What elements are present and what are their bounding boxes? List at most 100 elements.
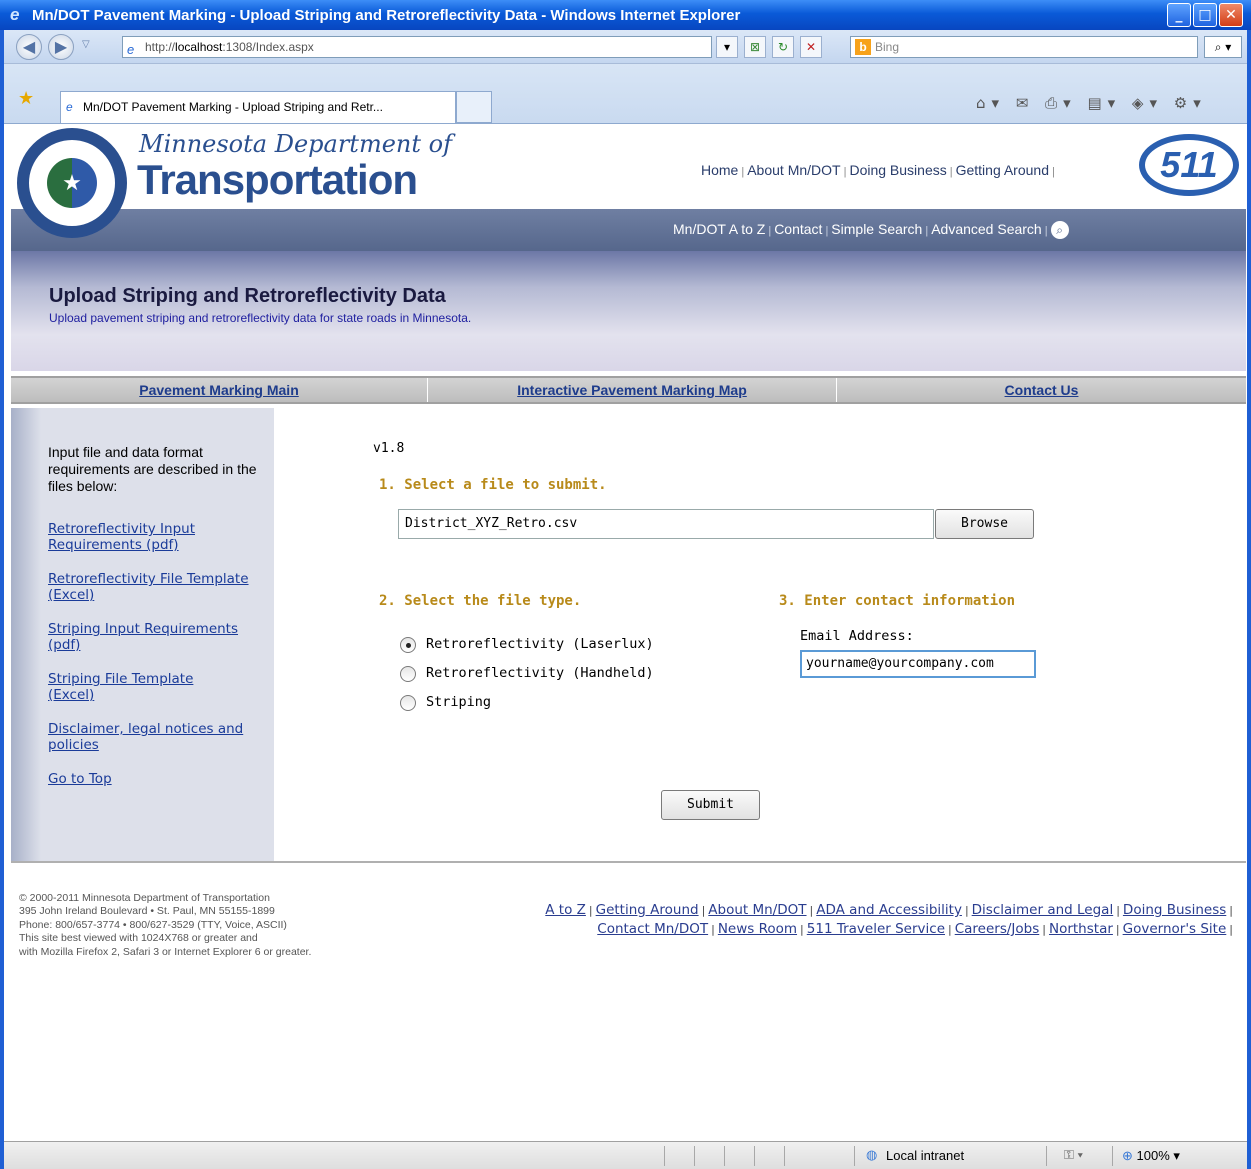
status-divider <box>664 1146 665 1166</box>
radio-label-laserlux[interactable]: Retroreflectivity (Laserlux) <box>426 636 654 652</box>
address-input[interactable]: e http://localhost:1308/Index.aspx <box>122 36 712 58</box>
sidebar: Input file and data format requirements … <box>11 408 274 861</box>
browser-tab[interactable]: e Mn/DOT Pavement Marking - Upload Strip… <box>60 91 456 123</box>
maximize-button[interactable]: □ <box>1193 3 1217 27</box>
minimize-button[interactable]: _ <box>1167 3 1191 27</box>
badge-511-logo[interactable]: 511 <box>1139 134 1239 196</box>
search-button[interactable]: ⌕ ▾ <box>1204 36 1242 58</box>
stop-icon[interactable]: ✕ <box>800 36 822 58</box>
history-dropdown-icon[interactable]: ▽ <box>82 39 90 50</box>
url-path: :1308/Index.aspx <box>222 40 314 54</box>
nav-contact-us[interactable]: Contact Us <box>837 378 1246 402</box>
status-divider <box>784 1146 785 1166</box>
status-divider <box>754 1146 755 1166</box>
sidebar-intro: Input file and data format requirements … <box>48 444 257 494</box>
sidebar-link-retro-template[interactable]: Retroreflectivity File Template (Excel) <box>48 571 268 603</box>
sidebar-link-disclaimer[interactable]: Disclaimer, legal notices and policies <box>48 721 248 753</box>
window-title: Mn/DOT Pavement Marking - Upload Stripin… <box>32 6 741 24</box>
zoom-control[interactable]: ⊕ 100% ▾ <box>1122 1148 1180 1164</box>
top-link-home[interactable]: Home <box>701 162 738 178</box>
radio-handheld[interactable] <box>400 666 416 682</box>
site-header: Minnesota Department of Transportation H… <box>11 124 1246 209</box>
magnifier-icon[interactable]: ⌕ <box>1050 221 1069 240</box>
radio-label-handheld[interactable]: Retroreflectivity (Handheld) <box>426 665 654 681</box>
intranet-globe-icon: ◍ <box>866 1147 878 1162</box>
new-tab-button[interactable] <box>456 91 492 123</box>
zoom-level: 100% <box>1136 1148 1170 1163</box>
address-dropdown-button[interactable]: ▾ <box>716 36 738 58</box>
org-name-main: Transportation <box>137 156 418 203</box>
sidebar-link-retro-requirements[interactable]: Retroreflectivity Input Requirements (pd… <box>48 521 268 553</box>
upload-form: v1.8 1. Select a file to submit. Distric… <box>274 408 1246 861</box>
security-zone[interactable]: Local intranet <box>886 1148 964 1163</box>
back-button[interactable]: ◀ <box>16 34 42 60</box>
email-input[interactable]: yourname@yourcompany.com <box>800 650 1036 678</box>
version-label: v1.8 <box>373 441 405 456</box>
command-bar-icons[interactable]: ⌂▾ ✉ ⎙▾ ▤▾ ◈▾ ⚙▾ <box>976 94 1207 112</box>
footer-link-511[interactable]: 511 Traveler Service <box>807 921 945 937</box>
forward-button[interactable]: ▶ <box>48 34 74 60</box>
top-link-getting-around[interactable]: Getting Around <box>956 162 1049 178</box>
tab-ie-icon: e <box>66 100 73 114</box>
status-divider <box>1046 1146 1047 1166</box>
footer-links: A to Z | Getting Around | About Mn/DOT | ADA a… <box>545 902 1233 937</box>
footer-link-about[interactable]: About Mn/DOT <box>708 902 806 918</box>
close-window-button[interactable]: ✕ <box>1219 3 1243 27</box>
address-toolbar: ◀ ▶ ▽ e http://localhost:1308/Index.aspx… <box>4 30 1247 64</box>
org-name-script: Minnesota Department of <box>139 130 452 158</box>
file-path-input[interactable]: District_XYZ_Retro.csv <box>398 509 934 539</box>
footer-link-disclaimer[interactable]: Disclaimer and Legal <box>972 902 1114 918</box>
radio-laserlux[interactable] <box>400 637 416 653</box>
sub-link-simple-search[interactable]: Simple Search <box>831 221 922 237</box>
footer-line: Phone: 800/657-3774 • 800/627-3529 (TTY,… <box>19 918 287 931</box>
sidebar-link-striping-template[interactable]: Striping File Template (Excel) <box>48 671 228 703</box>
refresh-icon[interactable]: ↻ <box>772 36 794 58</box>
mndot-star-icon: ★ <box>47 158 97 208</box>
footer-divider <box>11 861 1246 863</box>
radio-striping[interactable] <box>400 695 416 711</box>
nav-interactive-map[interactable]: Interactive Pavement Marking Map <box>428 378 836 402</box>
radio-label-striping[interactable]: Striping <box>426 694 491 710</box>
sub-link-contact[interactable]: Contact <box>774 221 822 237</box>
window-title-bar[interactable]: e Mn/DOT Pavement Marking - Upload Strip… <box>0 0 1251 30</box>
footer-link-northstar[interactable]: Northstar <box>1049 921 1113 937</box>
top-link-about[interactable]: About Mn/DOT <box>747 162 840 178</box>
footer-line: with Mozilla Firefox 2, Safari 3 or Inte… <box>19 945 312 958</box>
footer-link-news-room[interactable]: News Room <box>718 921 797 937</box>
sidebar-link-striping-requirements[interactable]: Striping Input Requirements (pdf) <box>48 621 268 653</box>
sub-link-advanced-search[interactable]: Advanced Search <box>931 221 1042 237</box>
step3-heading: 3. Enter contact information <box>779 593 1016 609</box>
mndot-logo[interactable]: ★ <box>17 128 127 238</box>
bing-icon: b <box>855 39 871 55</box>
browse-button[interactable]: Browse <box>935 509 1034 539</box>
tab-title: Mn/DOT Pavement Marking - Upload Stripin… <box>83 100 383 114</box>
footer-link-getting-around[interactable]: Getting Around <box>596 902 699 918</box>
footer-link-ada[interactable]: ADA and Accessibility <box>816 902 962 918</box>
zoom-icon: ⊕ <box>1122 1148 1133 1163</box>
status-divider <box>854 1146 855 1166</box>
sidebar-link-go-to-top[interactable]: Go to Top <box>48 771 268 787</box>
main-nav: Pavement Marking Main Interactive Paveme… <box>11 376 1246 404</box>
page-title: Upload Striping and Retroreflectivity Da… <box>49 285 446 307</box>
footer-link-careers[interactable]: Careers/Jobs <box>955 921 1040 937</box>
top-link-doing-business[interactable]: Doing Business <box>849 162 946 178</box>
search-input[interactable]: b Bing <box>850 36 1198 58</box>
nav-pavement-marking-main[interactable]: Pavement Marking Main <box>11 378 427 402</box>
protected-mode-icon[interactable]: ⚿ ▾ <box>1064 1147 1083 1163</box>
footer-link-a-to-z[interactable]: A to Z <box>545 902 586 918</box>
url-host: localhost <box>175 40 223 54</box>
footer-line: 395 John Ireland Boulevard • St. Paul, M… <box>19 905 275 918</box>
sub-link-a-to-z[interactable]: Mn/DOT A to Z <box>673 221 765 237</box>
favorites-star-icon[interactable]: ★ <box>18 88 34 109</box>
footer-link-doing-business[interactable]: Doing Business <box>1123 902 1226 918</box>
status-bar: ◍ Local intranet ⚿ ▾ ⊕ 100% ▾ <box>4 1141 1247 1169</box>
search-placeholder: Bing <box>875 40 900 54</box>
submit-button[interactable]: Submit <box>661 790 760 820</box>
url-prefix: http:// <box>145 40 176 54</box>
compatibility-icon[interactable]: ⊠ <box>744 36 766 58</box>
footer-line: This site best viewed with 1024X768 or g… <box>19 932 258 945</box>
sub-links: Mn/DOT A to Z | Contact | Simple Search | Adva… <box>673 221 1069 240</box>
footer-link-governor[interactable]: Governor's Site <box>1123 921 1227 937</box>
footer-copyright: © 2000-2011 Minnesota Department of Tran… <box>19 892 311 959</box>
footer-link-contact[interactable]: Contact Mn/DOT <box>597 921 708 937</box>
